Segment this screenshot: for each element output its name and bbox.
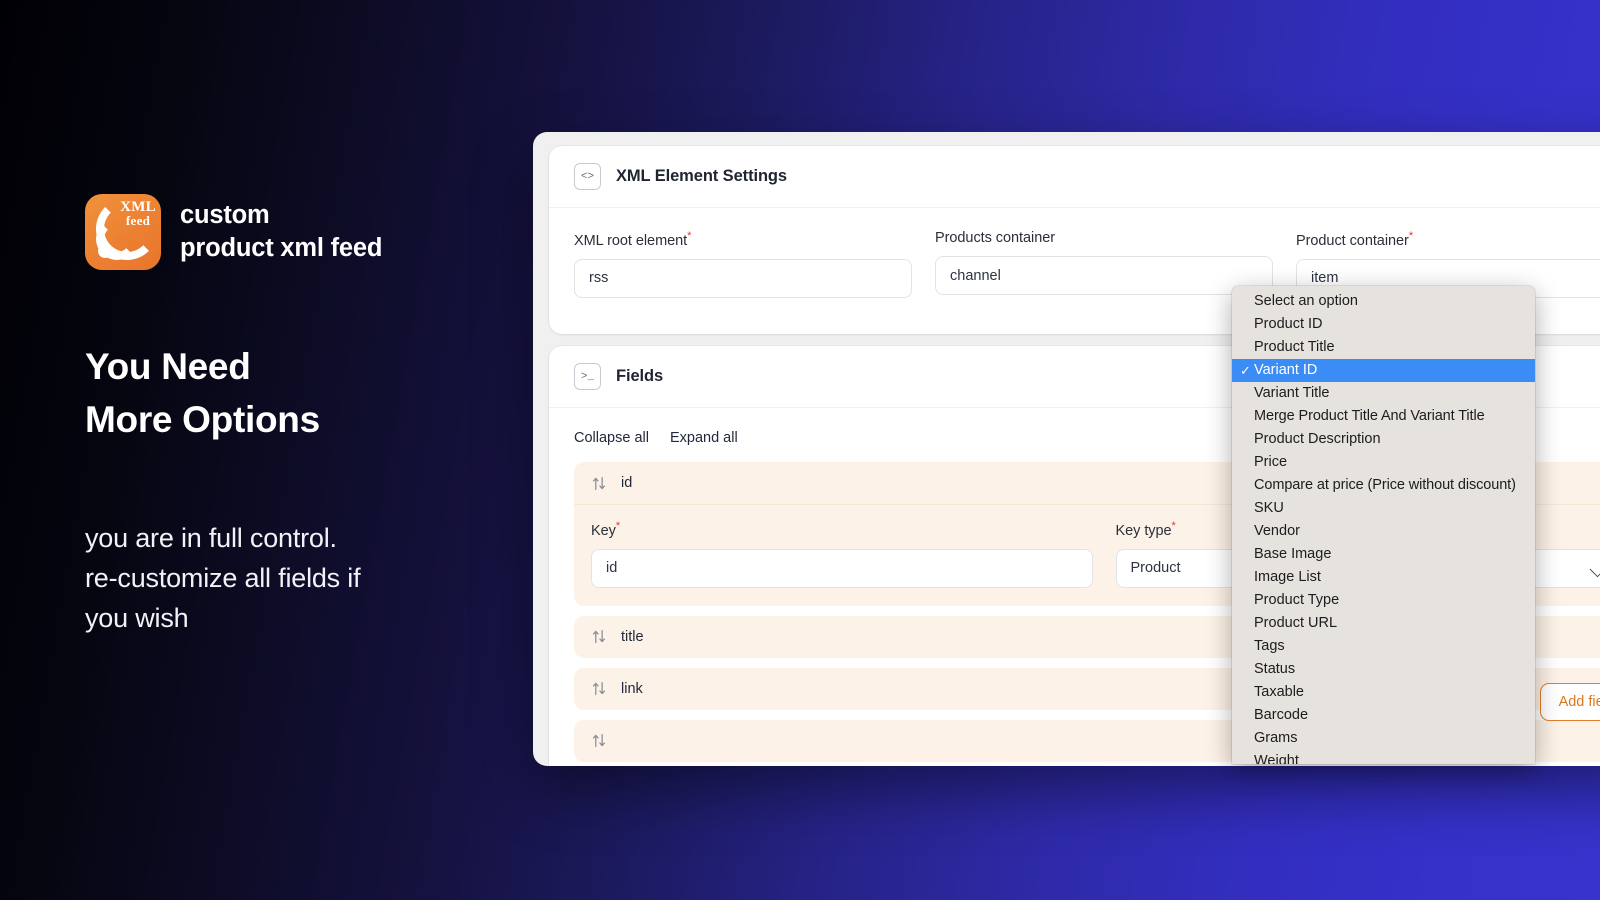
required-marker: *: [1408, 230, 1414, 242]
select-option-label: Taxable: [1254, 684, 1304, 700]
required-marker: *: [1171, 520, 1176, 532]
key-type-label-text: Key type: [1115, 522, 1172, 539]
select-option-label: Vendor: [1254, 523, 1300, 539]
select-option-label: Merge Product Title And Variant Title: [1254, 408, 1485, 424]
select-option[interactable]: Weight: [1232, 750, 1535, 764]
products-container-label: Products container: [935, 230, 1273, 246]
select-option[interactable]: Compare at price (Price without discount…: [1232, 474, 1535, 497]
xml-root-element-input[interactable]: [574, 258, 912, 298]
subcopy-line-3: you wish: [85, 603, 189, 633]
select-option[interactable]: Vendor: [1232, 520, 1535, 543]
brand-lockup: XML feed custom product xml feed: [85, 194, 382, 270]
check-icon: ✓: [1240, 363, 1251, 378]
select-option[interactable]: Grams: [1232, 727, 1535, 750]
product-container-select-popup[interactable]: Select an option Product ID Product Title ✓…: [1232, 286, 1535, 764]
select-option-label: Product URL: [1254, 615, 1338, 631]
headline-line-1: You Need: [85, 346, 251, 387]
field-name-label: title: [621, 628, 644, 645]
xml-card-header: <> XML Element Settings: [549, 146, 1600, 208]
select-option[interactable]: Product Description: [1232, 428, 1535, 451]
select-option-label: Base Image: [1254, 546, 1332, 562]
select-option[interactable]: SKU: [1232, 497, 1535, 520]
key-input[interactable]: [591, 548, 1093, 588]
field-name-label: id: [621, 475, 633, 491]
select-option-label: Product Title: [1254, 339, 1335, 355]
required-marker: *: [687, 230, 692, 242]
xml-root-element-group: XML root element*: [574, 230, 912, 298]
select-option[interactable]: Status: [1232, 658, 1535, 681]
collapse-all-button[interactable]: Collapse all: [574, 430, 649, 446]
select-option[interactable]: Product ID: [1232, 313, 1535, 336]
select-option-label: Variant ID: [1254, 362, 1318, 378]
select-option[interactable]: Taxable: [1232, 681, 1535, 704]
xml-root-element-label: XML root element*: [574, 230, 912, 249]
subcopy-line-1: you are in full control.: [85, 523, 337, 553]
add-field-button[interactable]: Add field: [1539, 683, 1600, 721]
promo-screenshot-stage: XML feed custom product xml feed You Nee…: [0, 0, 1600, 900]
xml-root-element-label-text: XML root element: [574, 232, 688, 249]
reorder-arrows-icon[interactable]: [591, 680, 608, 697]
key-label-text: Key: [591, 522, 616, 539]
select-option[interactable]: Barcode: [1232, 704, 1535, 727]
rss-badge-feed: feed: [125, 213, 151, 228]
products-container-group: Products container: [935, 230, 1273, 298]
select-option-label: Weight: [1254, 753, 1299, 764]
select-option-label: Price: [1254, 454, 1288, 470]
field-name-label: link: [621, 680, 643, 697]
select-option-label: Select an option: [1254, 293, 1358, 309]
select-option-label: Status: [1254, 661, 1296, 677]
select-option[interactable]: Select an option: [1232, 290, 1535, 313]
select-option-label: Product ID: [1254, 316, 1323, 332]
xml-card-title: XML Element Settings: [616, 167, 787, 185]
products-container-label-text: Products container: [935, 230, 1055, 246]
select-option[interactable]: Product Title: [1232, 336, 1535, 359]
product-container-label: Product container*: [1296, 230, 1600, 249]
fields-card-title: Fields: [616, 367, 664, 385]
select-option-label: Compare at price (Price without discount…: [1254, 477, 1516, 493]
select-option-label: Product Type: [1254, 592, 1340, 608]
brand-line-2: product xml feed: [180, 234, 383, 262]
select-option[interactable]: Variant Title: [1232, 382, 1535, 405]
brand-name: custom product xml feed: [180, 199, 382, 265]
select-option-label: Image List: [1254, 569, 1321, 585]
terminal-icon: >_: [574, 363, 601, 390]
select-option[interactable]: Merge Product Title And Variant Title: [1232, 405, 1535, 428]
promo-headline: You Need More Options: [85, 340, 320, 446]
key-label: Key*: [591, 520, 1093, 539]
reorder-arrows-icon[interactable]: [591, 628, 608, 645]
select-option-label: SKU: [1254, 500, 1284, 516]
select-option[interactable]: Price: [1232, 451, 1535, 474]
select-option[interactable]: Product URL: [1232, 612, 1535, 635]
select-option[interactable]: Image List: [1232, 566, 1535, 589]
select-option[interactable]: Base Image: [1232, 543, 1535, 566]
subcopy-line-2: re-customize all fields if: [85, 563, 361, 593]
headline-line-2: More Options: [85, 399, 320, 440]
promo-panel: XML feed custom product xml feed You Nee…: [0, 0, 530, 900]
select-option[interactable]: Product Type: [1232, 589, 1535, 612]
reorder-arrows-icon[interactable]: [591, 732, 608, 749]
rss-xml-feed-icon: XML feed: [85, 194, 161, 270]
required-marker: *: [615, 520, 621, 532]
select-option-label: Variant Title: [1254, 385, 1330, 401]
brand-line-1: custom: [180, 201, 270, 229]
expand-all-button[interactable]: Expand all: [670, 430, 738, 446]
promo-subcopy: you are in full control. re-customize al…: [85, 518, 361, 638]
reorder-arrows-icon[interactable]: [591, 475, 608, 492]
product-container-label-text: Product container: [1296, 232, 1409, 249]
products-container-input[interactable]: [935, 256, 1273, 295]
select-option-label: Barcode: [1254, 707, 1309, 723]
select-option[interactable]: ✓ Variant ID: [1232, 359, 1535, 382]
select-option[interactable]: Tags: [1232, 635, 1535, 658]
select-option-label: Tags: [1254, 638, 1285, 654]
key-group: Key*: [591, 520, 1093, 588]
select-option-label: Product Description: [1254, 431, 1381, 447]
code-brackets-icon: <>: [574, 163, 601, 190]
rss-badge-text: XML feed: [120, 200, 156, 228]
select-option-label: Grams: [1254, 730, 1298, 746]
